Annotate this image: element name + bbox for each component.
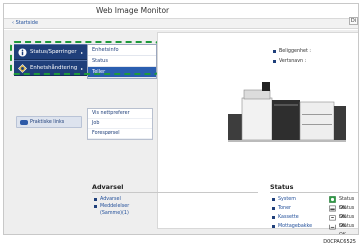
status-link-toner[interactable]: Toner bbox=[278, 204, 291, 213]
secondary-submenu: Vis nettpreferer Job Forespørsel bbox=[87, 108, 153, 140]
info-label: Beliggenhet : bbox=[279, 49, 312, 54]
bullet-icon bbox=[272, 207, 275, 210]
browser-frame: Web Image Monitor ‹ Startside Di Status/… bbox=[3, 3, 359, 235]
figure-code: D0CPAC6525 bbox=[323, 239, 356, 245]
practical-links-label: Praktiske links bbox=[30, 120, 65, 125]
submenu-item-job[interactable]: Job bbox=[88, 119, 152, 129]
home-link[interactable]: ‹ Startside bbox=[12, 20, 38, 26]
app-title: Web Image Monitor bbox=[96, 6, 170, 15]
status-link-tray[interactable]: Kassette bbox=[278, 213, 299, 222]
right-toolbar-button[interactable]: Di bbox=[349, 17, 358, 25]
bullet-icon bbox=[273, 60, 276, 63]
status-link-system[interactable]: System bbox=[278, 195, 296, 204]
status-row-output-tray: Mottagebakke Status OK bbox=[272, 222, 358, 234]
bullet-icon bbox=[273, 50, 276, 53]
bullet-icon bbox=[94, 205, 97, 208]
printer-image bbox=[228, 82, 346, 142]
status-divider bbox=[270, 192, 358, 193]
status-link-output-tray[interactable]: Mottagebakke bbox=[278, 222, 312, 231]
info-row-hostname: Vertsnavn : bbox=[273, 57, 311, 67]
device-info-list: Beliggenhet : Vertsnavn : bbox=[273, 47, 311, 67]
bullet-icon bbox=[272, 225, 275, 228]
bullet-icon bbox=[272, 216, 275, 219]
submenu-item-inquiry[interactable]: Forespørsel bbox=[88, 129, 152, 139]
highlight-frame bbox=[10, 41, 160, 75]
warning-label: Advarsel bbox=[100, 197, 121, 202]
warning-list: Advarsel Meddelelser (Samme)(1) bbox=[94, 196, 129, 217]
status-list: System Status OK Toner Status OK Kassett… bbox=[272, 195, 358, 234]
submenu-item-network-preferences[interactable]: Vis nettpreferer bbox=[88, 109, 152, 119]
system-status-icon bbox=[329, 196, 336, 203]
warning-messages-count: (Samme)(1) bbox=[94, 210, 129, 217]
warning-count: (Samme)(1) bbox=[100, 211, 129, 216]
status-row-toner: Toner Status OK bbox=[272, 204, 358, 220]
status-row-tray: Kassette Status OK bbox=[272, 213, 358, 229]
toner-status-icon bbox=[329, 205, 336, 212]
warning-link-alert[interactable]: Advarsel bbox=[94, 196, 129, 203]
status-row-system: System Status OK bbox=[272, 195, 358, 211]
warning-link-messages[interactable]: Meddelelser bbox=[94, 203, 129, 210]
status-heading: Status bbox=[270, 183, 294, 191]
output-tray-status-icon bbox=[329, 224, 336, 230]
title-bar: Web Image Monitor bbox=[4, 4, 358, 19]
links-icon bbox=[20, 120, 28, 125]
info-row-location: Beliggenhet : bbox=[273, 47, 311, 57]
bullet-icon bbox=[272, 198, 275, 201]
info-label: Vertsnavn : bbox=[279, 59, 307, 64]
navigation-bar: ‹ Startside bbox=[4, 19, 358, 29]
status-value: Status OK bbox=[339, 224, 355, 234]
warning-heading: Advarsel bbox=[92, 183, 124, 191]
bullet-icon bbox=[94, 198, 97, 201]
warning-label: Meddelelser bbox=[100, 204, 130, 209]
content-area: Status/Spørringer ▸ Enhetshåndtering ▸ P… bbox=[4, 30, 358, 234]
practical-links-button[interactable]: Praktiske links bbox=[16, 116, 82, 128]
warning-divider bbox=[92, 192, 258, 193]
tray-status-icon bbox=[329, 215, 336, 221]
